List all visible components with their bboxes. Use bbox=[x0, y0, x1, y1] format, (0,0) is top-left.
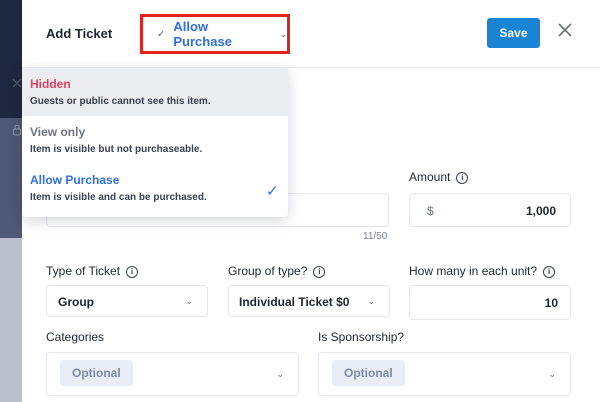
group-of-type-label: Group of type? i bbox=[228, 264, 326, 278]
units-value: 10 bbox=[544, 296, 558, 310]
currency-symbol: $ bbox=[427, 204, 434, 218]
add-ticket-panel: Add Ticket ✓ Allow Purchase ⌄ Save Hidde… bbox=[12, 0, 600, 402]
chevron-down-icon: ⌄ bbox=[185, 296, 193, 306]
option-description: Item is visible but not purchaseable. bbox=[30, 144, 203, 155]
option-label: View only bbox=[30, 125, 86, 139]
sponsorship-label: Is Sponsorship? bbox=[318, 330, 405, 344]
group-of-type-select[interactable]: Individual Ticket $0 ⌄ bbox=[228, 285, 390, 317]
selected-check-icon: ✓ bbox=[266, 183, 279, 200]
visibility-option-view-only[interactable]: View only Item is visible but not purcha… bbox=[13, 116, 288, 164]
character-counter: 11/50 bbox=[363, 231, 388, 242]
type-of-ticket-value: Group bbox=[58, 295, 94, 309]
close-icon[interactable] bbox=[555, 22, 575, 42]
type-of-ticket-label: Type of Ticket i bbox=[46, 264, 139, 278]
option-label: Allow Purchase bbox=[30, 173, 120, 187]
option-description: Guests or public cannot see this item. bbox=[30, 96, 211, 107]
amount-label: Amount i bbox=[409, 170, 469, 184]
chevron-down-icon: ⌄ bbox=[367, 296, 375, 306]
categories-placeholder: Optional bbox=[60, 360, 133, 386]
visibility-option-allow-purchase[interactable]: ✓ Allow Purchase Item is visible and can… bbox=[13, 164, 288, 212]
background-shade bbox=[0, 0, 22, 118]
type-of-ticket-select[interactable]: Group ⌄ bbox=[46, 285, 208, 317]
panel-title: Add Ticket bbox=[46, 26, 113, 41]
close-icon bbox=[10, 77, 24, 91]
sponsorship-placeholder: Optional bbox=[332, 360, 405, 386]
categories-label: Categories bbox=[46, 330, 105, 344]
chevron-down-icon: ⌄ bbox=[279, 28, 287, 39]
check-icon: ✓ bbox=[12, 173, 22, 184]
units-input[interactable]: 10 bbox=[409, 285, 571, 320]
info-icon[interactable]: i bbox=[126, 265, 139, 278]
amount-input[interactable]: $ 1,000 bbox=[409, 193, 571, 227]
categories-select[interactable]: Optional ⌄ bbox=[46, 352, 299, 396]
option-label: Hidden bbox=[30, 77, 71, 91]
visibility-selected-label: Allow Purchase bbox=[173, 19, 232, 49]
units-label: How many in each unit? i bbox=[409, 264, 556, 278]
background-page bbox=[0, 0, 22, 402]
sponsorship-select[interactable]: Optional ⌄ bbox=[318, 352, 571, 396]
option-description: Item is visible and can be purchased. bbox=[30, 192, 207, 203]
info-icon[interactable]: i bbox=[313, 265, 326, 278]
visibility-menu: Hidden Guests or public cannot see this … bbox=[12, 68, 288, 217]
info-icon[interactable]: i bbox=[456, 171, 469, 184]
background-shade bbox=[0, 238, 22, 402]
visibility-option-hidden[interactable]: Hidden Guests or public cannot see this … bbox=[12, 68, 288, 116]
chevron-down-icon: ⌄ bbox=[276, 369, 284, 379]
amount-value: 1,000 bbox=[525, 204, 556, 218]
lock-icon bbox=[10, 124, 24, 139]
group-of-type-value: Individual Ticket $0 bbox=[239, 295, 350, 309]
panel-header: Add Ticket ✓ Allow Purchase ⌄ Save bbox=[22, 0, 600, 68]
chevron-down-icon: ⌄ bbox=[548, 369, 556, 379]
check-icon: ✓ bbox=[157, 28, 166, 40]
visibility-select[interactable]: ✓ Allow Purchase ⌄ bbox=[140, 14, 290, 54]
save-button[interactable]: Save bbox=[487, 18, 540, 48]
info-icon[interactable]: i bbox=[543, 265, 556, 278]
